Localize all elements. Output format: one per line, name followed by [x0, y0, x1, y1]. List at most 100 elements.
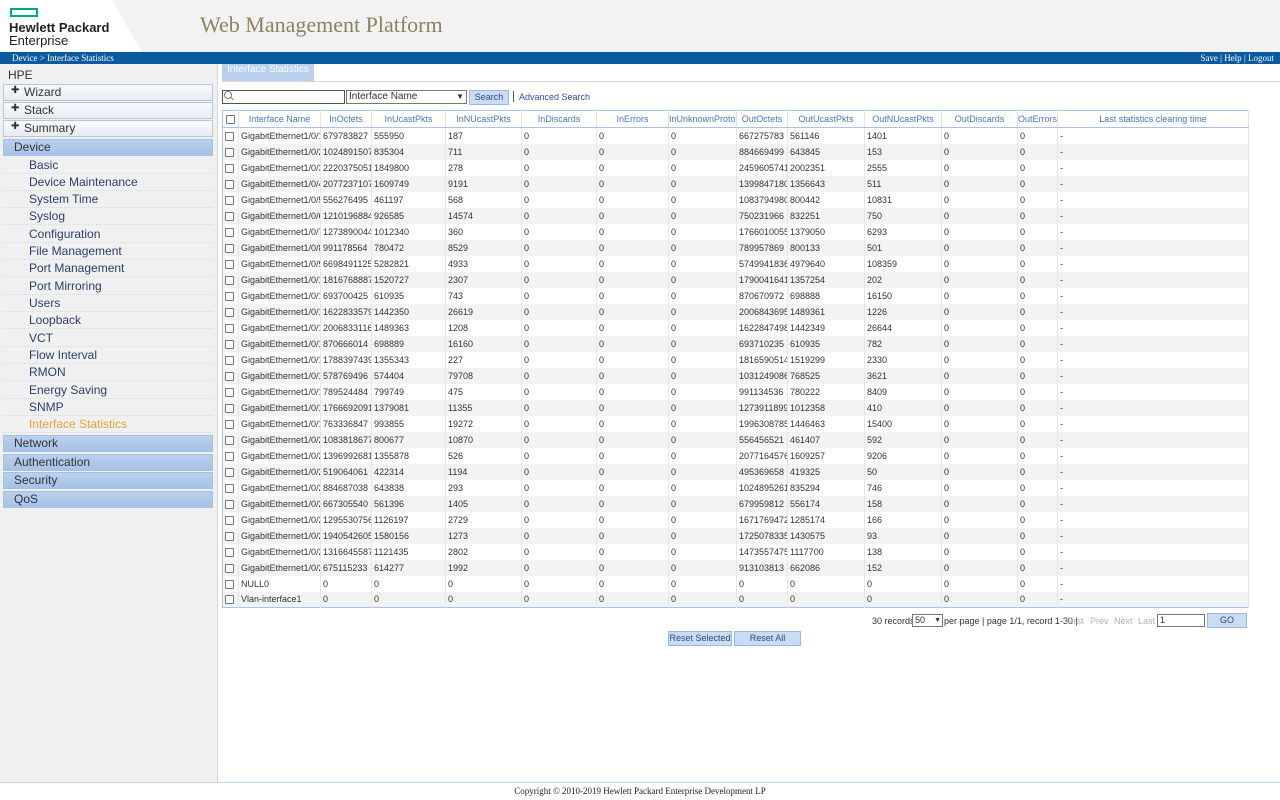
column-header[interactable]: OutErrors	[1017, 110, 1058, 128]
column-header[interactable]: Last statistics clearing time	[1057, 110, 1249, 128]
table-cell: 278	[445, 159, 522, 176]
column-header[interactable]: InOctets	[320, 110, 372, 128]
row-checkbox[interactable]	[225, 467, 234, 477]
sidebar-group-wizard[interactable]: ✚ Wizard	[3, 84, 213, 101]
next-page-link[interactable]: Next	[1114, 616, 1133, 626]
interface-name-cell: GigabitEthernet1/0/26	[238, 527, 321, 544]
table-cell: 0	[941, 239, 1018, 256]
row-checkbox[interactable]	[225, 547, 234, 557]
advanced-search-link[interactable]: Advanced Search	[519, 92, 590, 102]
column-header[interactable]: InDiscards	[521, 110, 597, 128]
save-link[interactable]: Save	[1200, 53, 1218, 63]
table-cell: 1396992681	[320, 447, 372, 464]
row-checkbox[interactable]	[225, 131, 234, 141]
sidebar-group-summary[interactable]: ✚ Summary	[3, 120, 213, 137]
row-checkbox[interactable]	[225, 595, 234, 605]
sidebar-group-stack[interactable]: ✚ Stack	[3, 102, 213, 119]
tab-interface-statistics[interactable]: Interface Statistics	[222, 64, 314, 81]
column-header[interactable]: OutUcastPkts	[787, 110, 865, 128]
row-checkbox[interactable]	[225, 563, 234, 573]
row-checkbox[interactable]	[225, 211, 234, 221]
sidebar-item-interface-statistics[interactable]: Interface Statistics	[3, 416, 213, 433]
column-header[interactable]: InUnknownProtos	[668, 110, 737, 128]
row-checkbox[interactable]	[225, 339, 234, 349]
sidebar-item-users[interactable]: Users	[3, 295, 213, 312]
sidebar-group-security[interactable]: Security	[3, 472, 213, 489]
row-checkbox[interactable]	[225, 403, 234, 413]
column-header[interactable]: OutNUcastPkts	[864, 110, 942, 128]
row-checkbox[interactable]	[225, 499, 234, 509]
table-cell: 0	[668, 287, 737, 304]
sidebar-item-system-time[interactable]: System Time	[3, 191, 213, 208]
record-count: 30 records,	[872, 616, 918, 626]
row-checkbox[interactable]	[225, 435, 234, 445]
table-cell: 0	[445, 591, 522, 608]
search-field-value: Interface Name	[349, 91, 418, 102]
table-cell: 0	[668, 351, 737, 368]
reset-all-button[interactable]: Reset All	[734, 631, 801, 646]
row-checkbox[interactable]	[225, 243, 234, 253]
sidebar-item-port-management[interactable]: Port Management	[3, 260, 213, 277]
sidebar-item-rmon[interactable]: RMON	[3, 364, 213, 381]
row-checkbox[interactable]	[225, 259, 234, 269]
row-checkbox[interactable]	[225, 371, 234, 381]
table-cell: 0	[668, 271, 737, 288]
row-checkbox[interactable]	[225, 579, 234, 589]
reset-selected-button[interactable]: Reset Selected	[668, 631, 732, 646]
prev-page-link[interactable]: Prev	[1090, 616, 1109, 626]
row-checkbox[interactable]	[225, 195, 234, 205]
sidebar-group-device[interactable]: Device	[3, 139, 213, 156]
sidebar-item-basic[interactable]: Basic	[3, 157, 213, 174]
row-checkbox[interactable]	[225, 227, 234, 237]
row-checkbox[interactable]	[225, 515, 234, 525]
search-button[interactable]: Search	[469, 90, 509, 105]
row-checkbox[interactable]	[225, 323, 234, 333]
sidebar-item-loopback[interactable]: Loopback	[3, 312, 213, 329]
sidebar-item-device-maintenance[interactable]: Device Maintenance	[3, 174, 213, 191]
search-input[interactable]	[222, 90, 345, 104]
row-checkbox[interactable]	[225, 179, 234, 189]
sidebar-group-authentication[interactable]: Authentication	[3, 454, 213, 471]
select-all-checkbox[interactable]	[226, 115, 235, 125]
row-checkbox[interactable]	[225, 291, 234, 301]
logout-link[interactable]: Logout	[1248, 53, 1274, 63]
table-cell: 0	[941, 511, 1018, 528]
row-checkbox[interactable]	[225, 147, 234, 157]
row-checkbox[interactable]	[225, 275, 234, 285]
sidebar-item-flow-interval[interactable]: Flow Interval	[3, 347, 213, 364]
column-header[interactable]: InErrors	[596, 110, 669, 128]
sidebar-item-port-mirroring[interactable]: Port Mirroring	[3, 278, 213, 295]
column-header[interactable]: OutOctets	[736, 110, 788, 128]
sidebar-item-snmp[interactable]: SNMP	[3, 399, 213, 416]
last-page-link[interactable]: Last	[1138, 616, 1155, 626]
search-field-select[interactable]: Interface Name ▼	[346, 90, 467, 104]
table-row: GigabitEthernet1/0/21 1396992681 1355878 52…	[222, 447, 1249, 464]
column-header[interactable]: Interface Name	[238, 110, 321, 128]
column-header[interactable]: InUcastPkts	[371, 110, 446, 128]
row-checkbox[interactable]	[225, 163, 234, 173]
row-checkbox[interactable]	[225, 451, 234, 461]
go-button[interactable]: GO	[1207, 613, 1247, 628]
column-header[interactable]: OutDiscards	[941, 110, 1018, 128]
row-checkbox[interactable]	[225, 355, 234, 365]
sidebar-item-energy-saving[interactable]: Energy Saving	[3, 382, 213, 399]
row-checkbox[interactable]	[225, 483, 234, 493]
sidebar-group-qos[interactable]: QoS	[3, 491, 213, 508]
row-checkbox[interactable]	[225, 307, 234, 317]
sidebar-item-vct[interactable]: VCT	[3, 330, 213, 347]
table-row: NULL0 0 0 0 0 0 0 0 0 0 0 0-	[222, 575, 1249, 592]
help-link[interactable]: Help	[1224, 53, 1242, 63]
row-checkbox[interactable]	[225, 531, 234, 541]
row-checkbox[interactable]	[225, 387, 234, 397]
sidebar-item-file-management[interactable]: File Management	[3, 243, 213, 260]
column-header[interactable]: InNUcastPkts	[445, 110, 522, 128]
page-number-input[interactable]: 1	[1157, 614, 1205, 627]
page-size-select[interactable]: 50 ▼	[912, 614, 943, 627]
sidebar-group-network[interactable]: Network	[3, 435, 213, 452]
first-page-link[interactable]: First	[1066, 616, 1084, 626]
row-checkbox[interactable]	[225, 419, 234, 429]
sidebar-item-configuration[interactable]: Configuration	[3, 226, 213, 243]
table-cell: 0	[521, 527, 597, 544]
table-cell: 561146	[787, 127, 865, 144]
sidebar-item-syslog[interactable]: Syslog	[3, 208, 213, 225]
